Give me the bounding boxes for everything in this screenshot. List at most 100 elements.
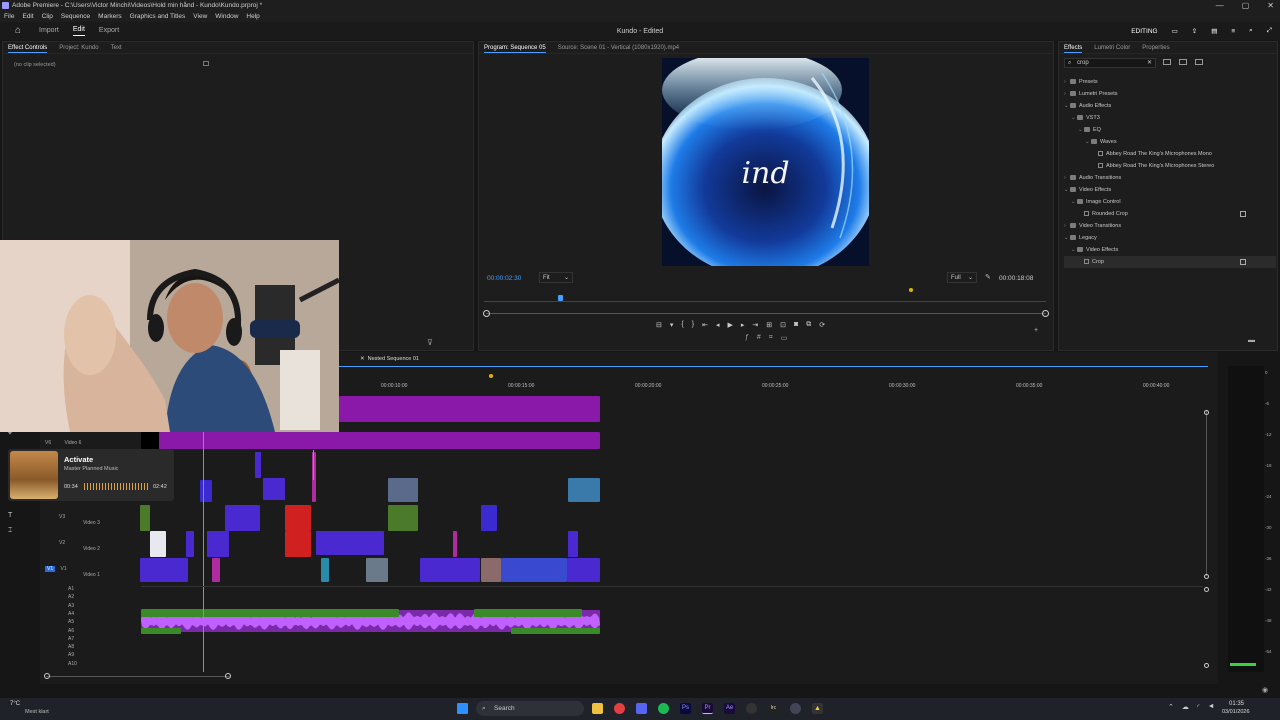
video-clip[interactable] — [388, 478, 418, 502]
add-marker-icon[interactable]: ▾ — [670, 321, 674, 329]
mark-in-icon[interactable]: { — [681, 321, 683, 329]
home-icon[interactable]: ⌂ — [15, 26, 25, 36]
menu-markers[interactable]: Markers — [98, 11, 121, 22]
accelerated-effects-icon[interactable] — [1163, 59, 1171, 65]
lift-icon[interactable]: ⊟ — [656, 321, 662, 329]
go-to-out-icon[interactable]: ⇥ — [752, 321, 758, 329]
start-button[interactable] — [457, 703, 468, 714]
black-clip[interactable] — [141, 432, 159, 449]
app-icon-lrc[interactable]: lrc — [768, 703, 779, 714]
track-v3-id[interactable]: V3 — [59, 514, 65, 520]
effects-tree-item[interactable]: › Audio Transitions — [1064, 172, 1276, 184]
effects-tree-item[interactable]: › Presets — [1064, 76, 1276, 88]
audio-track-header[interactable]: A8 — [68, 644, 158, 650]
a-scroll-handle-top[interactable] — [1204, 587, 1209, 592]
monitor-playhead[interactable] — [558, 295, 563, 301]
audio-track-header[interactable]: A2 — [68, 594, 158, 600]
track-v1-id[interactable]: V1 — [61, 566, 67, 572]
menu-sequence[interactable]: Sequence — [61, 11, 90, 22]
meter-menu-icon[interactable]: ▬ — [1248, 337, 1255, 344]
menu-file[interactable]: File — [4, 11, 14, 22]
step-forward-icon[interactable]: ▸ — [741, 321, 745, 329]
track-v1-source-patch[interactable]: V1 — [45, 566, 56, 572]
track-progress-waveform[interactable] — [84, 483, 148, 490]
video-clip[interactable] — [568, 531, 578, 557]
minimize-button[interactable]: — — [1216, 0, 1224, 11]
tab-effects[interactable]: Effects — [1064, 42, 1083, 53]
caption-tool-icon[interactable]: ⌶ — [8, 527, 12, 535]
track-v6-id[interactable]: V6 — [45, 440, 51, 446]
video-clip[interactable] — [285, 531, 311, 557]
scrub-handle-right[interactable] — [1042, 310, 1049, 317]
fx-toggle-icon[interactable]: ƒ — [745, 334, 749, 342]
quality-select[interactable]: Full ⌄ — [947, 272, 977, 283]
timeline-marker[interactable] — [489, 374, 493, 378]
clear-search-icon[interactable]: ✕ — [1147, 59, 1152, 68]
solo-icon[interactable]: ◉ — [1262, 686, 1268, 694]
effects-search-field[interactable]: ⌕ crop ✕ — [1064, 58, 1156, 68]
timeline-sequence-tab[interactable]: ✕ Nested Sequence 01 — [360, 356, 419, 362]
comparison-view-icon[interactable]: ⧉ — [806, 321, 811, 329]
audio-track-header[interactable]: A10 — [68, 661, 158, 667]
effects-tree-item[interactable]: Abbey Road The King's Microphones Stereo — [1064, 160, 1276, 172]
fullscreen-icon[interactable]: ⤢ — [1267, 27, 1272, 35]
monitor-scrub-bar[interactable] — [486, 313, 1046, 314]
taskbar-search[interactable]: ⌕ Search — [476, 701, 584, 716]
audio-clip-a2b[interactable] — [474, 609, 582, 617]
close-button[interactable]: ✕ — [1267, 0, 1274, 11]
feedback-icon[interactable]: ▤ — [1211, 27, 1217, 35]
file-explorer-icon[interactable] — [592, 703, 603, 714]
wifi-icon[interactable]: ◜ — [1197, 703, 1200, 711]
zoom-select[interactable]: Fit ⌄ — [539, 272, 573, 283]
audio-track-header[interactable]: A3 — [68, 603, 158, 609]
premiere-taskbar-icon[interactable]: Pr — [702, 703, 713, 714]
effects-tree-item[interactable]: Abbey Road The King's Microphones Mono — [1064, 148, 1276, 160]
tab-source[interactable]: Source: Scene 01 - Vertical (1080x1920).… — [558, 42, 679, 53]
effects-tree-item[interactable]: ⌄ Waves — [1064, 136, 1276, 148]
panel-export-icon[interactable] — [203, 61, 209, 66]
monitor-mini-ruler[interactable] — [484, 296, 1046, 302]
chrome-icon[interactable] — [614, 703, 625, 714]
effects-tree-item[interactable]: ⌄ Audio Effects — [1064, 100, 1276, 112]
vr-icon[interactable]: ▭ — [781, 334, 788, 342]
audio-clip-a2[interactable] — [141, 609, 399, 617]
mark-out-icon[interactable]: } — [692, 321, 694, 329]
tab-program[interactable]: Program: Sequence 05 — [484, 42, 546, 53]
overwrite-icon[interactable]: ⊡ — [780, 321, 786, 329]
menu-edit[interactable]: Edit — [22, 11, 33, 22]
effects-tree-item[interactable]: › Video Transitions — [1064, 220, 1276, 232]
tab-lumetri-color[interactable]: Lumetri Color — [1094, 42, 1130, 53]
settings-icon[interactable]: ≡ — [1231, 28, 1235, 35]
effects-tree-item[interactable]: Rounded Crop — [1064, 208, 1276, 220]
workspace-import[interactable]: Import — [39, 27, 59, 36]
effects-tree-item[interactable]: ⌄ Image Control — [1064, 196, 1276, 208]
effects-tree-item[interactable]: ⌄ Video Effects — [1064, 184, 1276, 196]
effects-tree-item[interactable]: › Lumetri Presets — [1064, 88, 1276, 100]
play-icon[interactable]: ▶ — [727, 321, 732, 329]
program-video-frame[interactable]: ind — [662, 58, 869, 266]
after-effects-icon[interactable]: Ae — [724, 703, 735, 714]
menu-clip[interactable]: Clip — [42, 11, 53, 22]
settings-gear-icon[interactable] — [790, 703, 801, 714]
h-scroll-handle-right[interactable] — [225, 673, 231, 679]
onedrive-icon[interactable]: ☁ — [1182, 703, 1189, 711]
wrench-icon[interactable]: ✎ — [985, 273, 991, 281]
menu-window[interactable]: Window — [215, 11, 238, 22]
video-clip[interactable] — [420, 558, 480, 582]
video-clip[interactable] — [567, 558, 600, 582]
workspace-export[interactable]: Export — [99, 27, 119, 36]
video-clip[interactable] — [186, 531, 194, 557]
effects-tree-item[interactable]: ⌄ Video Effects — [1064, 244, 1276, 256]
media-notification[interactable]: Activate Master Planned Music 00:34 02:4… — [8, 449, 174, 501]
video-clip[interactable] — [285, 505, 311, 531]
discord-icon[interactable] — [636, 703, 647, 714]
grid-icon[interactable]: # — [757, 334, 761, 342]
multicam-icon[interactable]: ⟳ — [819, 321, 825, 329]
effects-tree-item[interactable]: ⌄ Legacy — [1064, 232, 1276, 244]
h-scroll-handle-left[interactable] — [44, 673, 50, 679]
spotify-icon[interactable] — [658, 703, 669, 714]
video-clip[interactable] — [140, 558, 188, 582]
video-clip[interactable] — [321, 558, 329, 582]
alert-app-icon[interactable]: ▲ — [812, 703, 823, 714]
v-scroll-handle-bottom[interactable] — [1204, 574, 1209, 579]
